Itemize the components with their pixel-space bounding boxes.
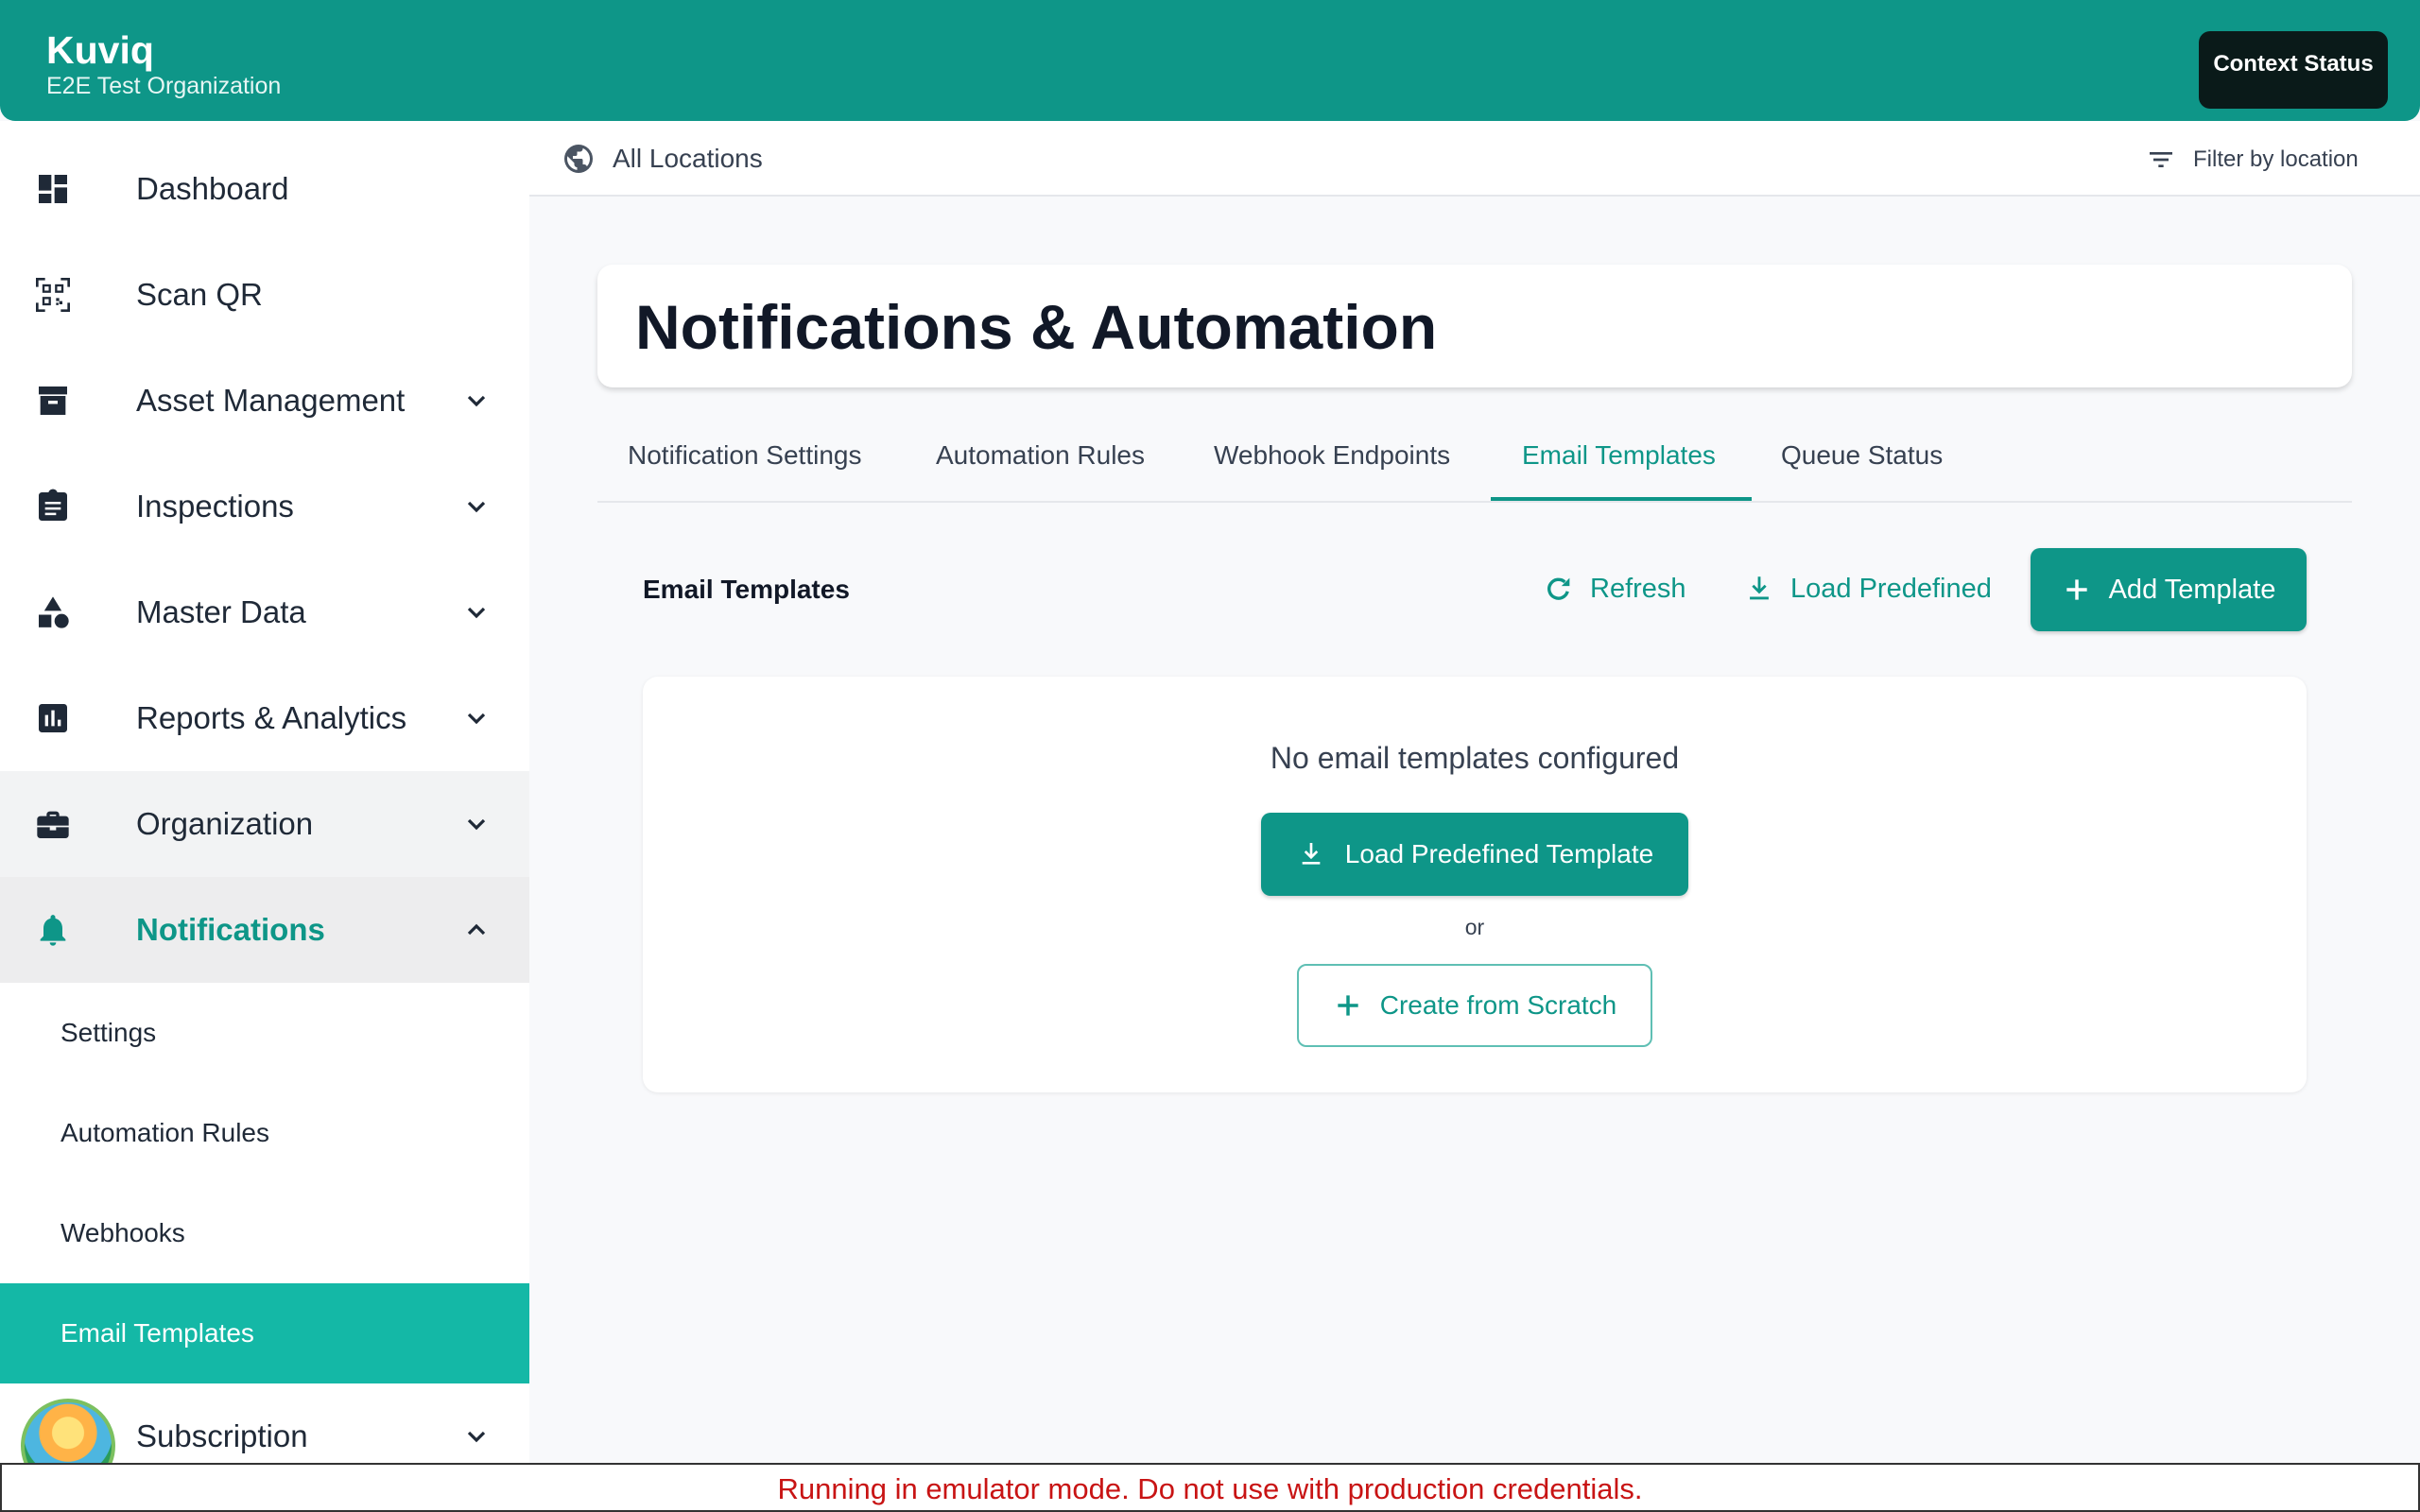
chevron-down-icon	[467, 818, 486, 831]
sidebar-subitem-email-templates[interactable]: Email Templates	[0, 1283, 529, 1383]
refresh-button[interactable]: Refresh	[1543, 565, 1686, 612]
plus-icon	[2066, 579, 2087, 600]
create-from-scratch-button[interactable]: Create from Scratch	[1297, 964, 1652, 1047]
sidebar-item-scan-qr[interactable]: Scan QR	[0, 242, 529, 348]
chevron-down-icon	[467, 607, 486, 619]
tab-queue-status[interactable]: Queue Status	[1781, 440, 1943, 471]
bell-icon	[40, 915, 66, 946]
tab-webhook-endpoints[interactable]: Webhook Endpoints	[1214, 440, 1450, 471]
sidebar-item-notifications[interactable]: Notifications	[0, 877, 529, 983]
sidebar-item-asset-management[interactable]: Asset Management	[0, 348, 529, 454]
load-predefined-label: Load Predefined	[1790, 573, 1992, 604]
sidebar-item-label: Inspections	[136, 489, 294, 524]
sidebar-item-organization[interactable]: Organization	[0, 771, 529, 877]
page-title-card: Notifications & Automation	[597, 265, 2352, 387]
archive-icon	[39, 387, 67, 415]
sidebar-item-label: Master Data	[136, 594, 306, 629]
location-bar: All Locations Filter by location	[529, 121, 2420, 197]
sidebar-subitem-webhooks[interactable]: Webhooks	[0, 1183, 529, 1283]
filter-by-location-button[interactable]: Filter by location	[2193, 146, 2359, 173]
bar-chart-icon	[39, 704, 67, 732]
qr-scan-icon	[36, 278, 70, 312]
shapes-icon	[39, 596, 69, 628]
emulator-warning-banner: Running in emulator mode. Do not use wit…	[0, 1463, 2420, 1512]
dashboard-icon	[39, 175, 67, 203]
chevron-down-icon	[467, 713, 486, 725]
filter-icon	[2150, 152, 2172, 167]
app-header: Kuviq E2E Test Organization Context Stat…	[0, 0, 2420, 121]
load-predefined-template-button[interactable]: Load Predefined Template	[1261, 813, 1688, 896]
add-template-label: Add Template	[2108, 574, 2276, 605]
active-tab-indicator	[1491, 497, 1752, 501]
chevron-down-icon	[467, 395, 486, 407]
section-title: Email Templates	[643, 575, 850, 604]
chevron-down-icon	[467, 1431, 486, 1443]
sidebar-item-label: Scan QR	[136, 277, 263, 312]
context-status-button[interactable]: Context Status	[2199, 31, 2388, 109]
app-name: Kuviq	[46, 28, 154, 72]
create-from-scratch-label: Create from Scratch	[1379, 990, 1617, 1020]
sidebar-item-master-data[interactable]: Master Data	[0, 559, 529, 665]
sidebar-item-label: Reports & Analytics	[136, 700, 407, 735]
sidebar: Dashboard Scan QR Asset Management Inspe…	[0, 121, 529, 1512]
org-name: E2E Test Organization	[46, 73, 282, 99]
refresh-icon	[1547, 577, 1570, 600]
plus-icon	[1338, 995, 1358, 1016]
tab-bar: Notification Settings Automation Rules W…	[597, 416, 2352, 503]
tab-email-templates[interactable]: Email Templates	[1522, 440, 1716, 471]
sidebar-item-label: Asset Management	[136, 383, 406, 418]
location-label[interactable]: All Locations	[613, 144, 763, 174]
sidebar-item-label: Notifications	[136, 912, 325, 947]
sidebar-item-dashboard[interactable]: Dashboard	[0, 136, 529, 242]
globe-icon	[564, 145, 593, 173]
clipboard-icon	[39, 489, 67, 521]
sidebar-subitem-automation-rules[interactable]: Automation Rules	[0, 1083, 529, 1183]
tab-notification-settings[interactable]: Notification Settings	[628, 440, 861, 471]
empty-state-card: No email templates configured Load Prede…	[643, 677, 2307, 1092]
load-predefined-template-label: Load Predefined Template	[1344, 839, 1654, 868]
add-template-button[interactable]: Add Template	[2031, 548, 2307, 631]
sidebar-item-label: Organization	[136, 806, 314, 841]
tab-automation-rules[interactable]: Automation Rules	[936, 440, 1145, 471]
sidebar-item-label: Subscription	[136, 1418, 308, 1453]
load-predefined-button[interactable]: Load Predefined	[1743, 565, 1992, 612]
briefcase-icon	[37, 811, 69, 838]
sidebar-item-label: Dashboard	[136, 171, 289, 206]
refresh-label: Refresh	[1590, 573, 1686, 604]
or-divider-text: or	[1464, 915, 1485, 939]
page-title: Notifications & Automation	[635, 292, 1438, 362]
download-icon	[1302, 843, 1321, 865]
chevron-up-icon	[467, 923, 486, 936]
empty-state-message: No email templates configured	[1270, 741, 1680, 775]
chevron-down-icon	[467, 501, 486, 513]
sidebar-item-reports-analytics[interactable]: Reports & Analytics	[0, 665, 529, 771]
sidebar-subitem-settings[interactable]: Settings	[0, 983, 529, 1083]
download-icon	[1750, 576, 1769, 600]
sidebar-item-inspections[interactable]: Inspections	[0, 454, 529, 559]
